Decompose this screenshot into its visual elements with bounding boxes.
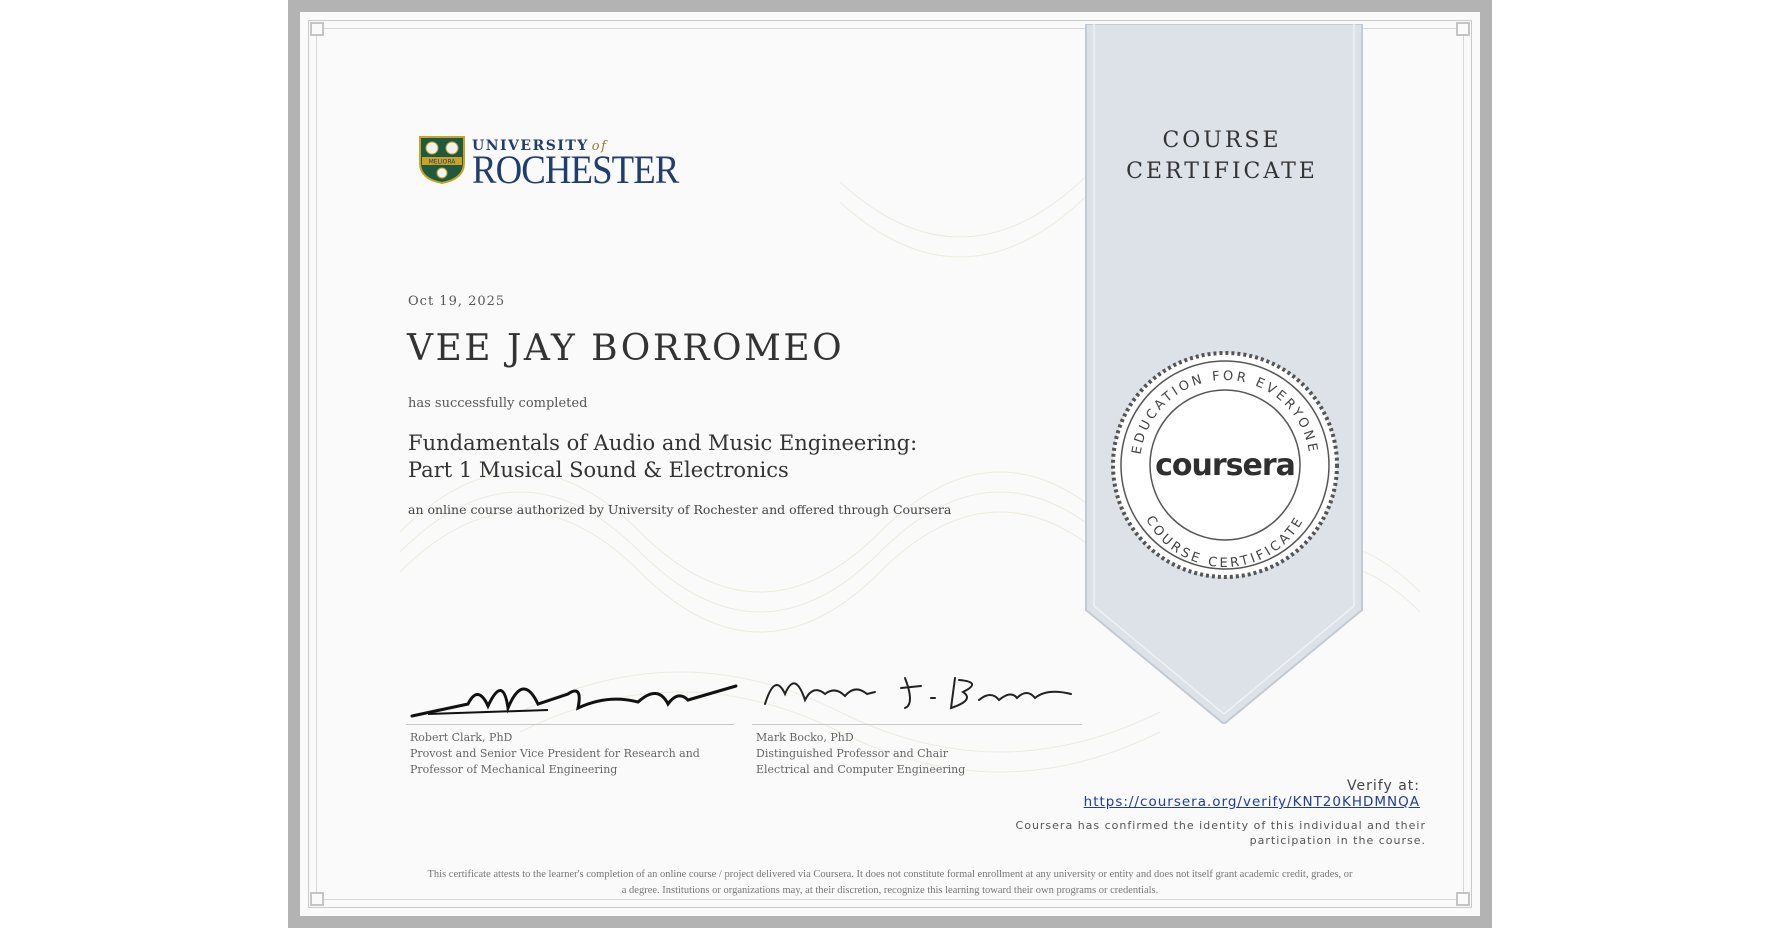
certificate-sheet: MELIORA UNIVERSITY of ROCHESTER Oct 19, 2…	[300, 12, 1480, 916]
signature-line-1	[406, 724, 734, 725]
signatory-1-title-2: Professor of Mechanical Engineering	[410, 763, 618, 776]
verify-link[interactable]: https://coursera.org/verify/KNT20KHDMNQA	[1084, 794, 1420, 810]
identity-statement: Coursera has confirmed the identity of t…	[1006, 818, 1426, 848]
identity-line-2: participation in the course.	[1249, 834, 1426, 847]
signature-mark-bocko	[764, 677, 1072, 710]
signatory-1-name: Robert Clark, PhD	[410, 731, 513, 744]
corner-ornament-bottom-left	[310, 892, 324, 906]
certificate-outer-frame: MELIORA UNIVERSITY of ROCHESTER Oct 19, 2…	[288, 0, 1492, 928]
recipient-name: VEE JAY BORROMEO	[407, 328, 845, 369]
seal-brand: coursera	[1155, 448, 1295, 483]
ribbon-title-line-2: CERTIFICATE	[1126, 159, 1318, 184]
signatory-2-title-2: Electrical and Computer Engineering	[756, 763, 966, 776]
course-title-line-2: Part 1 Musical Sound & Electronics	[408, 458, 789, 482]
disclaimer: This certificate attests to the learner'…	[340, 867, 1440, 899]
ribbon-title-line-1: COURSE	[1162, 128, 1282, 153]
course-title-line-1: Fundamentals of Audio and Music Engineer…	[408, 431, 918, 455]
identity-line-1: Coursera has confirmed the identity of t…	[1015, 819, 1426, 832]
coursera-seal: EDUCATION FOR EVERYONE COURSE CERTIFICAT…	[1111, 351, 1339, 579]
signature-line-2	[752, 724, 1082, 725]
authorization-statement: an online course authorized by Universit…	[408, 502, 952, 517]
completion-statement: has successfully completed	[408, 396, 588, 411]
university-name: ROCHESTER	[472, 147, 679, 192]
signatory-2-title-1: Distinguished Professor and Chair	[756, 747, 948, 760]
signature-robert-clark	[410, 684, 738, 718]
seal-motto: MELIORA	[429, 159, 457, 166]
course-title: Fundamentals of Audio and Music Engineer…	[408, 430, 968, 484]
signatory-2: Mark Bocko, PhD Distinguished Professor …	[756, 730, 965, 778]
signatory-2-name: Mark Bocko, PhD	[756, 731, 854, 744]
disclaimer-line-2: a degree. Institutions or organizations …	[621, 885, 1159, 896]
corner-ornament-bottom-right	[1456, 892, 1470, 906]
verify-label: Verify at:	[1347, 778, 1420, 794]
university-seal-icon: MELIORA	[419, 136, 465, 185]
ribbon-title: COURSE CERTIFICATE	[1084, 125, 1360, 187]
disclaimer-line-1: This certificate attests to the learner'…	[427, 869, 1353, 880]
signatory-1-title-1: Provost and Senior Vice President for Re…	[410, 747, 700, 760]
signatory-1: Robert Clark, PhD Provost and Senior Vic…	[410, 730, 700, 778]
issue-date: Oct 19, 2025	[408, 294, 506, 309]
